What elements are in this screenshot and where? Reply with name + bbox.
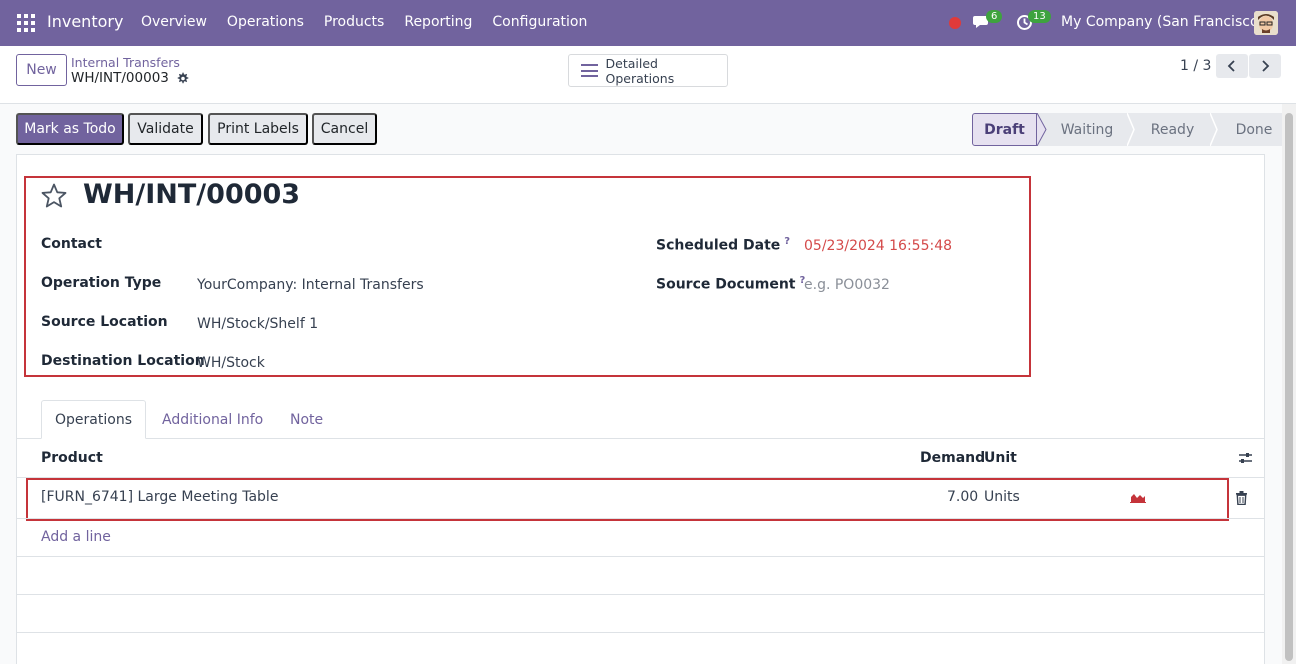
breadcrumb-internal-transfers[interactable]: Internal Transfers (71, 55, 180, 70)
pager-next-button[interactable] (1249, 54, 1281, 78)
column-product[interactable]: Product (41, 450, 103, 466)
column-unit[interactable]: Unit (984, 450, 1017, 466)
app-brand[interactable]: Inventory (47, 12, 123, 31)
highlight-box-header (24, 176, 1031, 377)
record-name: WH/INT/00003 (71, 70, 189, 86)
chevron-left-icon (1227, 60, 1235, 72)
mark-as-todo-button[interactable]: Mark as Todo (16, 113, 124, 145)
new-button[interactable]: New (16, 54, 67, 86)
tab-additional-info[interactable]: Additional Info (162, 400, 263, 439)
status-bar: Draft Waiting Ready Done (972, 113, 1290, 146)
record-name-text: WH/INT/00003 (71, 70, 169, 86)
tab-operations[interactable]: Operations (41, 400, 146, 439)
detailed-operations-button[interactable]: Detailed Operations (568, 54, 728, 87)
pager-previous-button[interactable] (1216, 54, 1248, 78)
top-navbar: Inventory Overview Operations Products R… (0, 0, 1296, 46)
menu-operations[interactable]: Operations (227, 14, 304, 30)
scrollbar-thumb[interactable] (1285, 113, 1293, 661)
status-arrow-icon (1127, 113, 1135, 146)
table-divider (17, 556, 1264, 557)
validate-button[interactable]: Validate (128, 113, 203, 145)
activity-count-badge: 13 (1028, 10, 1051, 23)
pager-value[interactable]: 1 / 3 (1180, 58, 1211, 74)
tab-note[interactable]: Note (290, 400, 323, 439)
apps-grid-icon[interactable] (17, 14, 35, 32)
status-arrow-icon (1037, 113, 1047, 146)
user-avatar[interactable] (1254, 11, 1278, 35)
cancel-button[interactable]: Cancel (312, 113, 377, 145)
control-panel: New Internal Transfers WH/INT/00003 Deta… (0, 46, 1296, 104)
status-draft[interactable]: Draft (972, 113, 1037, 146)
avatar-face-icon (1254, 11, 1278, 35)
column-demand[interactable]: Demand (920, 450, 985, 466)
tab-divider (17, 438, 1264, 439)
record-dot-icon[interactable] (949, 17, 961, 29)
gear-icon[interactable] (176, 72, 189, 85)
menu-configuration[interactable]: Configuration (492, 14, 587, 30)
status-arrow-icon (1210, 113, 1218, 146)
chat-count-badge: 6 (986, 10, 1003, 23)
table-divider (17, 518, 1264, 519)
menu-products[interactable]: Products (324, 14, 384, 30)
table-divider (17, 632, 1264, 633)
list-icon (581, 64, 598, 77)
chevron-right-icon (1262, 60, 1270, 72)
table-divider (17, 594, 1264, 595)
print-labels-button[interactable]: Print Labels (208, 113, 308, 145)
highlight-box-row (26, 478, 1229, 521)
menu-reporting[interactable]: Reporting (404, 14, 472, 30)
status-waiting[interactable]: Waiting (1047, 113, 1127, 146)
menu-overview[interactable]: Overview (141, 14, 207, 30)
main-menu: Overview Operations Products Reporting C… (141, 14, 587, 30)
column-settings-icon[interactable] (1238, 451, 1253, 465)
status-ready[interactable]: Ready (1135, 113, 1210, 146)
status-done[interactable]: Done (1218, 113, 1290, 146)
company-switcher[interactable]: My Company (San Francisco) (1061, 14, 1264, 30)
trash-icon[interactable] (1236, 491, 1247, 505)
add-a-line-link[interactable]: Add a line (41, 529, 111, 545)
detailed-operations-label: Detailed Operations (605, 55, 675, 86)
